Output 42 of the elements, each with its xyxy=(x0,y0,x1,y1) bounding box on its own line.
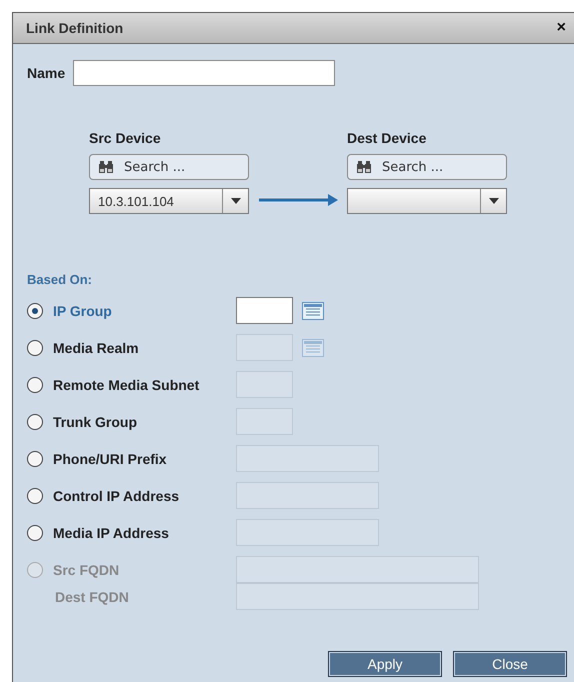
input-field[interactable] xyxy=(236,371,293,398)
arrow-icon xyxy=(259,194,338,206)
radio-button[interactable] xyxy=(27,302,43,318)
option-label: Media IP Address xyxy=(53,524,170,540)
radio-button[interactable] xyxy=(27,488,43,504)
option-label: Phone/URI Prefix xyxy=(53,450,168,466)
option-label: Trunk Group xyxy=(53,414,138,430)
binoculars-icon xyxy=(98,160,114,174)
device-label: Dest Device xyxy=(347,130,428,146)
input-field[interactable] xyxy=(236,482,379,509)
dropdown-value: 10.3.101.104 xyxy=(98,194,174,208)
name-field[interactable] xyxy=(73,60,336,86)
name-label: Name xyxy=(27,65,66,81)
option-label: Dest FQDN xyxy=(55,588,130,604)
input-field[interactable] xyxy=(236,334,293,361)
option-label: Remote Media Subnet xyxy=(53,376,200,392)
radio-button[interactable] xyxy=(27,340,43,356)
binoculars-icon xyxy=(356,160,372,174)
apply-button[interactable]: Apply xyxy=(328,651,442,677)
device-dropdown[interactable]: 10.3.101.104 xyxy=(89,188,249,214)
input-field[interactable] xyxy=(236,297,293,324)
option-label: Control IP Address xyxy=(53,488,180,504)
close-dialog-button[interactable]: Close xyxy=(453,651,567,677)
search-button[interactable]: Search ... xyxy=(89,154,249,180)
device-dropdown[interactable] xyxy=(347,188,507,214)
window-title: Link Definition xyxy=(26,20,124,36)
option-label: Media Realm xyxy=(53,340,140,356)
close-button[interactable]: × xyxy=(556,19,566,37)
radio-button[interactable] xyxy=(27,524,43,540)
device-label: Src Device xyxy=(89,130,162,146)
radio-button[interactable] xyxy=(27,450,43,466)
list-icon[interactable] xyxy=(302,302,324,320)
input-field[interactable] xyxy=(236,408,293,435)
radio-button[interactable] xyxy=(27,376,43,392)
search-button[interactable]: Search ... xyxy=(347,154,507,180)
input-field[interactable] xyxy=(236,583,479,610)
input-field[interactable] xyxy=(236,445,379,472)
option-label: Src FQDN xyxy=(53,562,120,578)
section-title: Based On: xyxy=(27,272,94,287)
option-label: IP Group xyxy=(53,302,113,318)
input-field[interactable] xyxy=(236,519,379,546)
radio-button[interactable] xyxy=(27,414,43,430)
